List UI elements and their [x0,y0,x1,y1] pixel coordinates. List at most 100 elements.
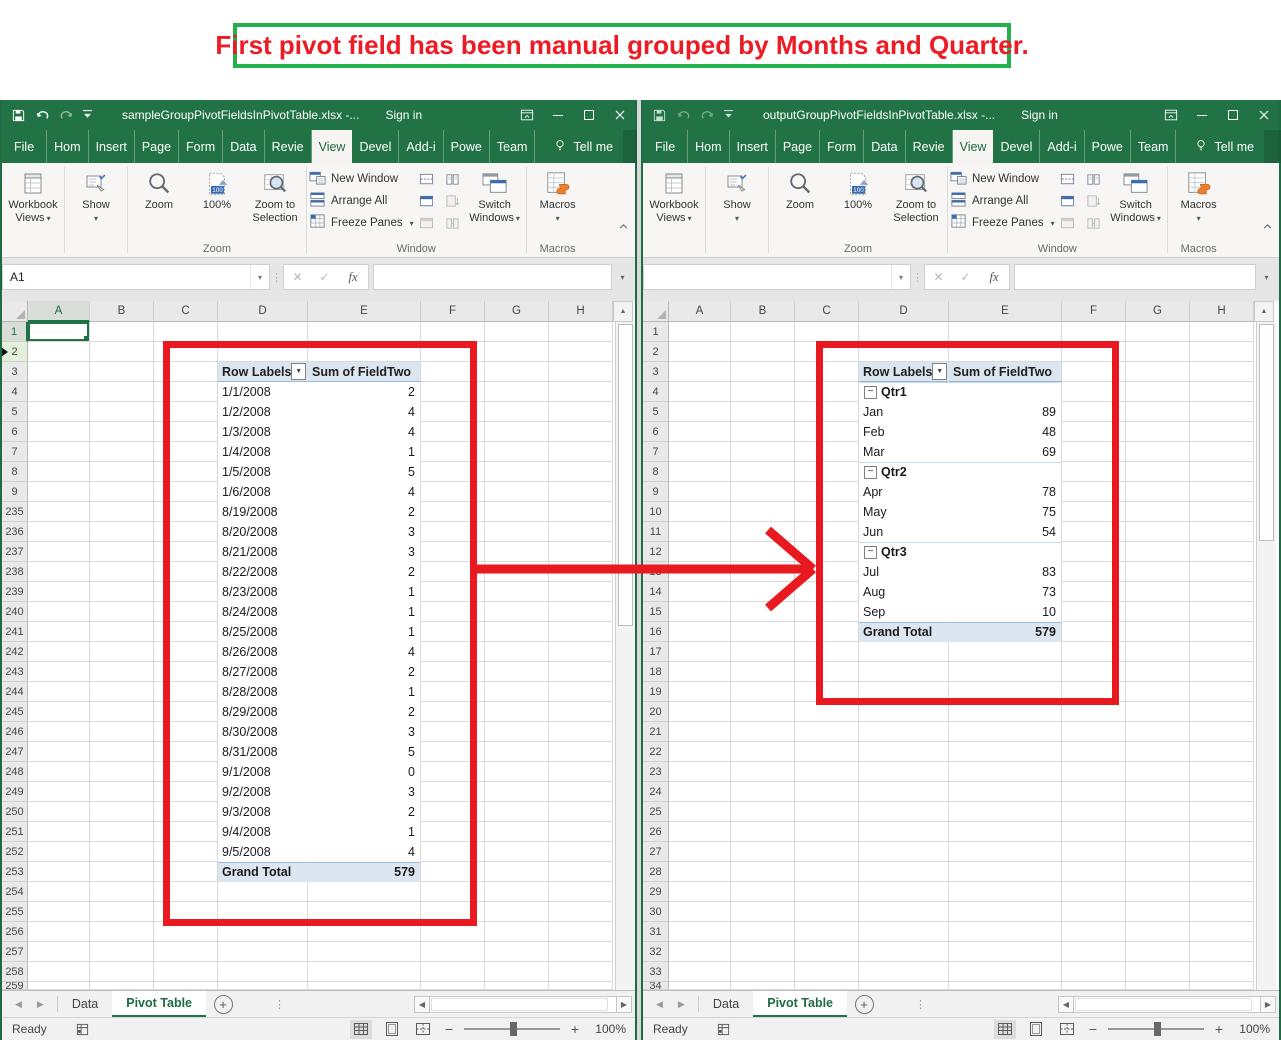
cell-G258[interactable] [485,962,549,982]
cell-A21[interactable] [669,722,731,742]
cell-G246[interactable] [485,722,549,742]
cell-A257[interactable] [28,942,90,962]
row-header-6[interactable]: 6 [643,422,669,442]
cell-A246[interactable] [28,722,90,742]
cell-A24[interactable] [669,782,731,802]
cell-H5[interactable] [549,402,613,422]
cell-A4[interactable] [28,382,90,402]
cell-A5[interactable] [28,402,90,422]
cell-D12[interactable]: −Qtr3 [859,542,949,562]
cell-G241[interactable] [485,622,549,642]
cell-F9[interactable] [1062,482,1126,502]
cell-F236[interactable] [421,522,485,542]
cell-E245[interactable]: 2 [308,702,421,722]
cell-D6[interactable]: 1/3/2008 [218,422,308,442]
cell-E16[interactable]: 579 [949,622,1062,642]
cell-A248[interactable] [28,762,90,782]
sign-in-link[interactable]: Sign in [385,108,422,122]
cell-H25[interactable] [1190,802,1254,822]
row-header-15[interactable]: 15 [643,602,669,622]
cell-G254[interactable] [485,882,549,902]
cell-E26[interactable] [949,822,1062,842]
row-header-32[interactable]: 32 [643,942,669,962]
cell-B244[interactable] [90,682,154,702]
cell-H31[interactable] [1190,922,1254,942]
tab-file[interactable]: File [643,130,688,163]
cell-F241[interactable] [421,622,485,642]
cell-C34[interactable] [795,982,859,990]
cell-F8[interactable] [1062,462,1126,482]
row-header-7[interactable]: 7 [2,442,28,462]
cell-E28[interactable] [949,862,1062,882]
cell-G10[interactable] [1126,502,1190,522]
cell-A252[interactable] [28,842,90,862]
zoom-percent-label[interactable]: 100% [590,1022,626,1036]
cell-G259[interactable] [485,982,549,990]
cell-C258[interactable] [154,962,218,982]
cell-A8[interactable] [669,462,731,482]
cell-H247[interactable] [549,742,613,762]
cell-G8[interactable] [485,462,549,482]
cell-H5[interactable] [1190,402,1254,422]
cell-B4[interactable] [731,382,795,402]
tab-formulas[interactable]: Form [820,130,864,163]
cell-B5[interactable] [731,402,795,422]
cell-D248[interactable]: 9/1/2008 [218,762,308,782]
cell-H257[interactable] [549,942,613,962]
cell-A2[interactable] [28,342,90,362]
cell-G250[interactable] [485,802,549,822]
cell-C7[interactable] [154,442,218,462]
maximize-icon[interactable] [573,100,604,130]
cell-G11[interactable] [1126,522,1190,542]
cell-G251[interactable] [485,822,549,842]
cell-E243[interactable]: 2 [308,662,421,682]
cell-A18[interactable] [669,662,731,682]
cell-F12[interactable] [1062,542,1126,562]
cell-G8[interactable] [1126,462,1190,482]
synchronous-scrolling-button[interactable] [443,191,463,211]
cell-E23[interactable] [949,762,1062,782]
cell-C25[interactable] [795,802,859,822]
cell-D237[interactable]: 8/21/2008 [218,542,308,562]
cell-C238[interactable] [154,562,218,582]
cell-F21[interactable] [1062,722,1126,742]
cell-B26[interactable] [731,822,795,842]
cell-A259[interactable] [28,982,90,990]
cell-B248[interactable] [90,762,154,782]
cell-E235[interactable]: 2 [308,502,421,522]
cell-G29[interactable] [1126,882,1190,902]
row-header-5[interactable]: 5 [643,402,669,422]
show-button[interactable]: Show▾ [67,164,125,225]
cell-C32[interactable] [795,942,859,962]
cell-B245[interactable] [90,702,154,722]
cell-B256[interactable] [90,922,154,942]
cell-A16[interactable] [669,622,731,642]
cell-G17[interactable] [1126,642,1190,662]
cell-A10[interactable] [669,502,731,522]
tab-review[interactable]: Revie [906,130,953,163]
cell-D5[interactable]: 1/2/2008 [218,402,308,422]
column-header-H[interactable]: H [1190,301,1254,322]
cell-F5[interactable] [421,402,485,422]
cell-E236[interactable]: 3 [308,522,421,542]
cell-D22[interactable] [859,742,949,762]
normal-view-button[interactable] [350,1020,372,1039]
tab-page-layout[interactable]: Page [135,130,179,163]
cell-E13[interactable]: 83 [949,562,1062,582]
cell-D33[interactable] [859,962,949,982]
cell-D254[interactable] [218,882,308,902]
vertical-scrollbar[interactable] [615,322,635,990]
cell-B2[interactable] [90,342,154,362]
cell-H16[interactable] [1190,622,1254,642]
cell-B252[interactable] [90,842,154,862]
cell-F20[interactable] [1062,702,1126,722]
cell-A2[interactable] [669,342,731,362]
cell-E2[interactable] [308,342,421,362]
cell-E4[interactable] [949,382,1062,402]
cell-H13[interactable] [1190,562,1254,582]
select-all-corner[interactable] [2,301,28,322]
hscroll-right-button[interactable]: ▶ [1260,996,1276,1013]
tab-add-ins[interactable]: Add-i [1040,130,1084,163]
cell-G34[interactable] [1126,982,1190,990]
cell-B1[interactable] [90,322,154,342]
